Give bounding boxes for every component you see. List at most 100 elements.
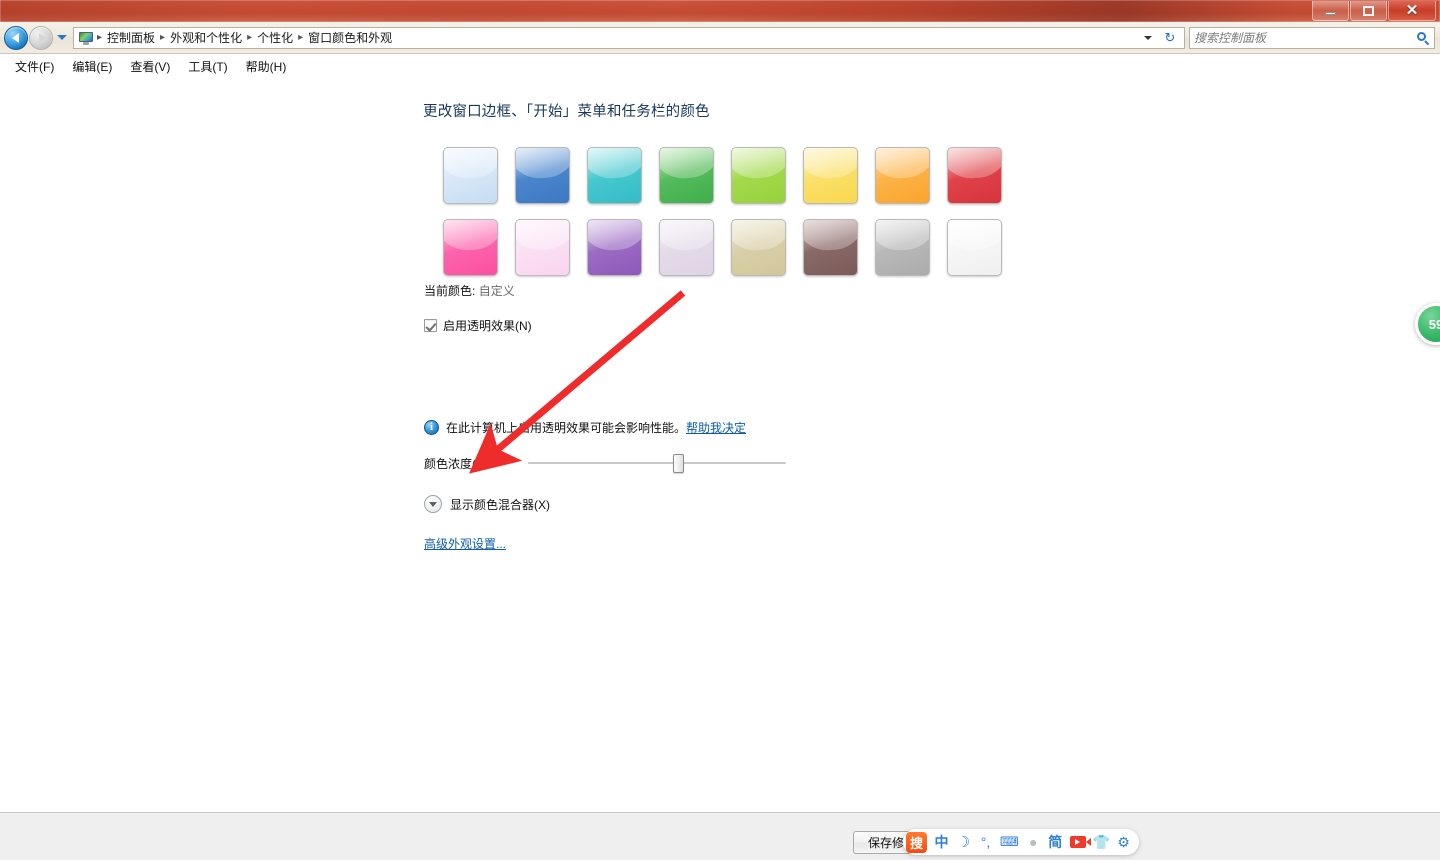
color-swatch-pink-pale[interactable] xyxy=(514,218,570,276)
chinese-mode-icon[interactable]: 中 xyxy=(934,832,949,852)
intensity-slider[interactable] xyxy=(528,453,786,473)
search-box[interactable] xyxy=(1189,26,1435,49)
breadcrumb-separator: ▸ xyxy=(160,32,166,43)
breadcrumb-item-0[interactable]: 控制面板 xyxy=(103,29,159,46)
color-swatch-yellow[interactable] xyxy=(802,146,858,204)
back-button[interactable] xyxy=(4,25,28,50)
breadcrumb[interactable]: ▸ 控制面板 ▸ 外观和个性化 ▸ 个性化 ▸ 窗口颜色和外观 ↻ xyxy=(73,26,1185,49)
color-swatch-cell xyxy=(434,211,506,283)
transparency-label: 启用透明效果(N) xyxy=(443,319,532,333)
window-titlebar xyxy=(0,0,1440,22)
color-swatch-lavender-pale[interactable] xyxy=(658,218,714,276)
bottom-bar: 保存修改 xyxy=(0,812,1440,860)
breadcrumb-separator: ▸ xyxy=(298,32,304,43)
slider-track[interactable] xyxy=(528,462,786,464)
swatch-gloss xyxy=(587,147,641,180)
breadcrumb-dropdown-button[interactable] xyxy=(1140,28,1156,48)
color-swatch-lime[interactable] xyxy=(730,146,786,204)
video-icon[interactable] xyxy=(1069,836,1091,848)
color-swatch-grid xyxy=(434,139,1010,283)
color-swatch-pink[interactable] xyxy=(442,218,498,276)
swatch-gloss xyxy=(875,147,929,180)
color-swatch-brown[interactable] xyxy=(802,218,858,276)
close-button[interactable]: ✕ xyxy=(1388,1,1436,21)
recent-locations-button[interactable] xyxy=(55,27,69,49)
chevron-down-icon xyxy=(57,35,67,40)
color-swatch-cell xyxy=(938,139,1010,211)
color-swatch-purple[interactable] xyxy=(586,218,642,276)
color-swatch-cell xyxy=(578,211,650,283)
menu-bar: 文件(F) 编辑(E) 查看(V) 工具(T) 帮助(H) xyxy=(0,54,1440,80)
sogou-logo-icon[interactable]: 搜 xyxy=(906,831,927,853)
help-me-decide-link[interactable]: 帮助我决定 xyxy=(686,419,746,436)
color-swatch-blue[interactable] xyxy=(514,146,570,204)
color-swatch-gray[interactable] xyxy=(874,218,930,276)
maximize-button[interactable] xyxy=(1350,1,1387,21)
swatch-gloss xyxy=(659,219,713,252)
page-title: 更改窗口边框、「开始」菜单和任务栏的颜色 xyxy=(423,104,710,120)
breadcrumb-item-1[interactable]: 外观和个性化 xyxy=(166,29,246,46)
refresh-icon: ↻ xyxy=(1164,29,1176,45)
color-swatch-cell xyxy=(722,139,794,211)
titlebar-background xyxy=(0,0,1440,22)
person-icon[interactable]: ● xyxy=(1026,832,1041,852)
minimize-button[interactable] xyxy=(1312,1,1349,21)
menu-item-tools[interactable]: 工具(T) xyxy=(179,55,236,78)
color-swatch-cell xyxy=(722,211,794,283)
menu-item-file[interactable]: 文件(F) xyxy=(6,55,63,78)
application-window: ✕ ▸ 控制面板 ▸ 外观和个性化 ▸ 个性化 ▸ 窗口颜色和外观 ↻ 搜索控制… xyxy=(0,0,1440,860)
color-swatch-orange[interactable] xyxy=(874,146,930,204)
content-area: 更改窗口边框、「开始」菜单和任务栏的颜色 当前颜色: 自定义 启用透明效果(N)… xyxy=(0,80,1440,812)
simplified-icon[interactable]: 简 xyxy=(1048,832,1063,852)
color-swatch-cell xyxy=(794,211,866,283)
color-mixer-expander[interactable]: 显示颜色混合器(X) xyxy=(424,495,550,513)
current-color-value: 自定义 xyxy=(478,284,515,298)
color-swatch-cell xyxy=(866,211,938,283)
current-color-label: 当前颜色: xyxy=(424,284,476,298)
swatch-gloss xyxy=(875,219,929,252)
color-swatch-cell xyxy=(506,211,578,283)
breadcrumb-item-3[interactable]: 窗口颜色和外观 xyxy=(304,29,396,46)
transparency-checkbox[interactable] xyxy=(424,319,437,332)
breadcrumb-separator: ▸ xyxy=(247,32,253,43)
address-bar: ▸ 控制面板 ▸ 外观和个性化 ▸ 个性化 ▸ 窗口颜色和外观 ↻ xyxy=(0,22,1440,54)
color-swatch-sky-pale[interactable] xyxy=(442,146,498,204)
slider-thumb[interactable] xyxy=(672,454,684,473)
maximize-icon xyxy=(1363,5,1374,16)
color-swatch-green[interactable] xyxy=(658,146,714,204)
settings-gear-icon[interactable]: ⚙ xyxy=(1117,834,1130,851)
menu-item-edit[interactable]: 编辑(E) xyxy=(63,55,121,78)
punctuation-icon[interactable]: °, xyxy=(978,832,993,852)
color-swatch-khaki[interactable] xyxy=(730,218,786,276)
chevron-down-icon xyxy=(1144,35,1152,40)
forward-button[interactable] xyxy=(29,25,53,50)
breadcrumb-separator: ▸ xyxy=(97,32,103,43)
advanced-appearance-settings-link[interactable]: 高级外观设置... xyxy=(424,537,506,551)
performance-info-row: i 在此计算机上启用透明效果可能会影响性能。 帮助我决定 xyxy=(424,419,746,436)
search-input[interactable] xyxy=(1194,30,1416,45)
advanced-appearance-link-wrap: 高级外观设置... xyxy=(424,535,506,552)
swatch-gloss xyxy=(515,147,569,180)
chevron-down-icon xyxy=(424,495,442,513)
menu-item-help[interactable]: 帮助(H) xyxy=(237,55,296,78)
swatch-gloss xyxy=(443,147,497,180)
color-swatch-red[interactable] xyxy=(946,146,1002,204)
menu-item-view[interactable]: 查看(V) xyxy=(121,55,179,78)
moon-icon[interactable]: ☽ xyxy=(956,832,971,852)
transparency-checkbox-row[interactable]: 启用透明效果(N) xyxy=(424,317,532,334)
arrow-right-icon xyxy=(38,32,46,43)
ime-toolbar: 搜 中 ☽ °, ⌨ ● 简 👕 ⚙ xyxy=(903,829,1139,855)
swatch-gloss xyxy=(731,219,785,252)
color-swatch-cell xyxy=(794,139,866,211)
refresh-button[interactable]: ↻ xyxy=(1160,30,1180,46)
color-swatch-cell xyxy=(650,139,722,211)
swatch-gloss xyxy=(659,147,713,180)
color-swatch-white[interactable] xyxy=(946,218,1002,276)
breadcrumb-item-2[interactable]: 个性化 xyxy=(253,29,297,46)
intensity-label: 颜色浓度(I): xyxy=(424,456,487,471)
minimize-icon xyxy=(1325,12,1336,15)
arrow-left-icon xyxy=(11,32,19,43)
color-swatch-teal[interactable] xyxy=(586,146,642,204)
skin-icon[interactable]: 👕 xyxy=(1093,834,1110,851)
keyboard-icon[interactable]: ⌨ xyxy=(1000,832,1019,852)
